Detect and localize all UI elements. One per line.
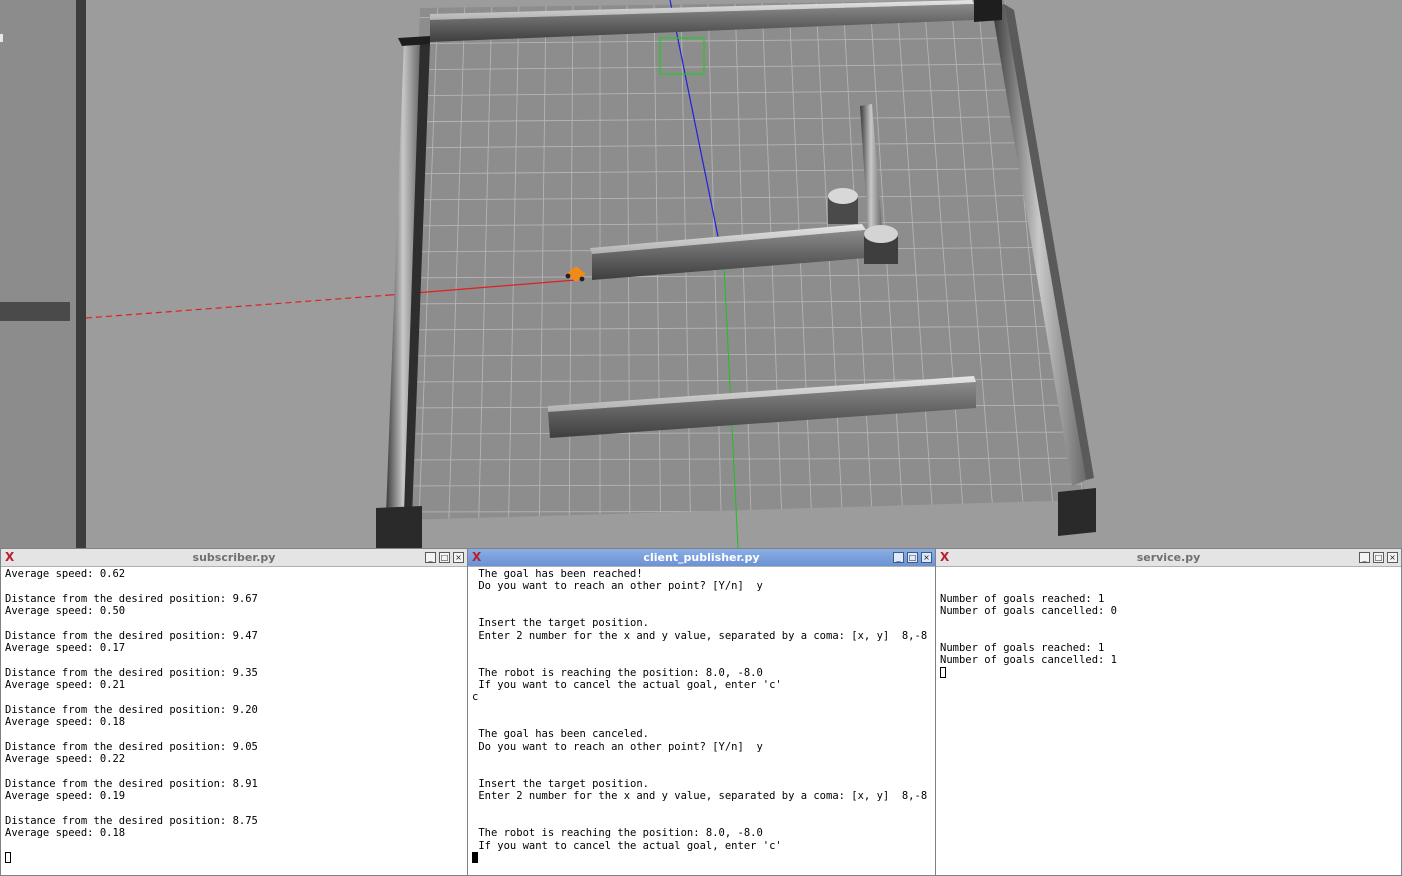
terminal-output[interactable]: The goal has been reached! Do you want t… xyxy=(468,567,935,876)
pillar-right xyxy=(864,225,898,264)
simulation-view[interactable] xyxy=(0,0,1402,548)
maximize-icon[interactable]: □ xyxy=(907,552,918,563)
terminal-line: c xyxy=(472,691,479,704)
terminal-output[interactable]: Number of goals reached: 1 Number of goal… xyxy=(936,567,1401,876)
terminal-prompt-line xyxy=(940,667,1401,679)
maximize-icon[interactable]: □ xyxy=(439,552,450,563)
minimize-icon[interactable]: _ xyxy=(893,552,904,563)
terminal-line: Insert the target position. xyxy=(472,777,650,790)
side-panel-toolbar[interactable] xyxy=(0,302,70,321)
terminal-line: Distance from the desired position: 8.75 xyxy=(5,814,258,827)
terminal-line: If you want to cancel the actual goal, e… xyxy=(472,679,782,692)
x-axis-line xyxy=(86,294,391,319)
close-icon[interactable]: × xyxy=(921,552,932,563)
terminal-line: The robot is reaching the position: 8.0,… xyxy=(472,827,763,840)
window-titlebar[interactable]: X client_publisher.py _ □ × xyxy=(468,549,935,567)
terminal-prompt-line xyxy=(5,852,467,864)
wall-bottom-corner xyxy=(376,506,422,548)
terminal-line: Distance from the desired position: 9.20 xyxy=(5,703,258,716)
text-cursor xyxy=(940,667,946,679)
panel-splitter[interactable] xyxy=(76,0,86,548)
terminal-line: Enter 2 number for the x and y value, se… xyxy=(472,790,928,803)
maximize-icon[interactable]: □ xyxy=(1373,552,1384,563)
terminal-line: Number of goals reached: 1 xyxy=(940,592,1105,605)
service-terminal[interactable]: X service.py _ □ × Number of goals reach… xyxy=(935,548,1402,876)
window-titlebar[interactable]: X service.py _ □ × xyxy=(936,549,1401,567)
window-titlebar[interactable]: X subscriber.py _ □ × xyxy=(1,549,467,567)
terminal-line: Distance from the desired position: 9.05 xyxy=(5,740,258,753)
terminal-line: Distance from the desired position: 9.47 xyxy=(5,629,258,642)
side-panel xyxy=(0,0,76,548)
terminal-line: Do you want to reach an other point? [Y/… xyxy=(472,580,763,593)
window-title: service.py xyxy=(1136,551,1201,564)
terminal-output[interactable]: Average speed: 0.62 Distance from the des… xyxy=(1,567,467,876)
panel-marker xyxy=(0,34,3,42)
minimize-icon[interactable]: _ xyxy=(425,552,436,563)
terminal-line: Distance from the desired position: 9.35 xyxy=(5,666,258,679)
terminal-line: The goal has been reached! xyxy=(472,568,643,580)
terminal-line: The robot is reaching the position: 8.0,… xyxy=(472,666,763,679)
close-icon[interactable]: × xyxy=(453,552,464,563)
terminal-line: Average speed: 0.19 xyxy=(5,790,126,803)
client-publisher-terminal[interactable]: X client_publisher.py _ □ × The goal has… xyxy=(467,548,936,876)
text-cursor xyxy=(472,852,478,864)
terminal-line: Average speed: 0.21 xyxy=(5,679,126,692)
terminal-line: Enter 2 number for the x and y value, se… xyxy=(472,629,928,642)
terminal-line: Average speed: 0.18 xyxy=(5,716,126,729)
terminal-line: Distance from the desired position: 8.91 xyxy=(5,777,258,790)
minimize-icon[interactable]: _ xyxy=(1359,552,1370,563)
terminal-line: Distance from the desired position: 9.67 xyxy=(5,592,258,605)
window-title: client_publisher.py xyxy=(643,551,760,564)
terminal-line: Average speed: 0.18 xyxy=(5,827,126,840)
close-icon[interactable]: × xyxy=(1387,552,1398,563)
terminal-line: The goal has been canceled. xyxy=(472,728,650,741)
arena-svg xyxy=(86,0,1096,548)
terminal-line: Number of goals cancelled: 0 xyxy=(940,605,1118,618)
terminal-line: Insert the target position. xyxy=(472,617,650,630)
terminal-line: If you want to cancel the actual goal, e… xyxy=(472,839,782,852)
window-title: subscriber.py xyxy=(192,551,276,564)
terminal-prompt-line xyxy=(472,852,935,864)
pillar-left xyxy=(828,188,858,224)
terminal-line: Number of goals cancelled: 1 xyxy=(940,654,1118,667)
text-cursor xyxy=(5,852,11,864)
terminal-line: Average speed: 0.17 xyxy=(5,642,126,655)
3d-viewport[interactable] xyxy=(86,0,1402,548)
terminal-line: Average speed: 0.22 xyxy=(5,753,126,766)
terminal-line: Average speed: 0.62 xyxy=(5,568,126,580)
terminal-line: Number of goals reached: 1 xyxy=(940,642,1105,655)
subscriber-terminal[interactable]: X subscriber.py _ □ × Average speed: 0.6… xyxy=(0,548,468,876)
terminal-line: Average speed: 0.50 xyxy=(5,605,126,618)
terminal-line: Do you want to reach an other point? [Y/… xyxy=(472,740,763,753)
